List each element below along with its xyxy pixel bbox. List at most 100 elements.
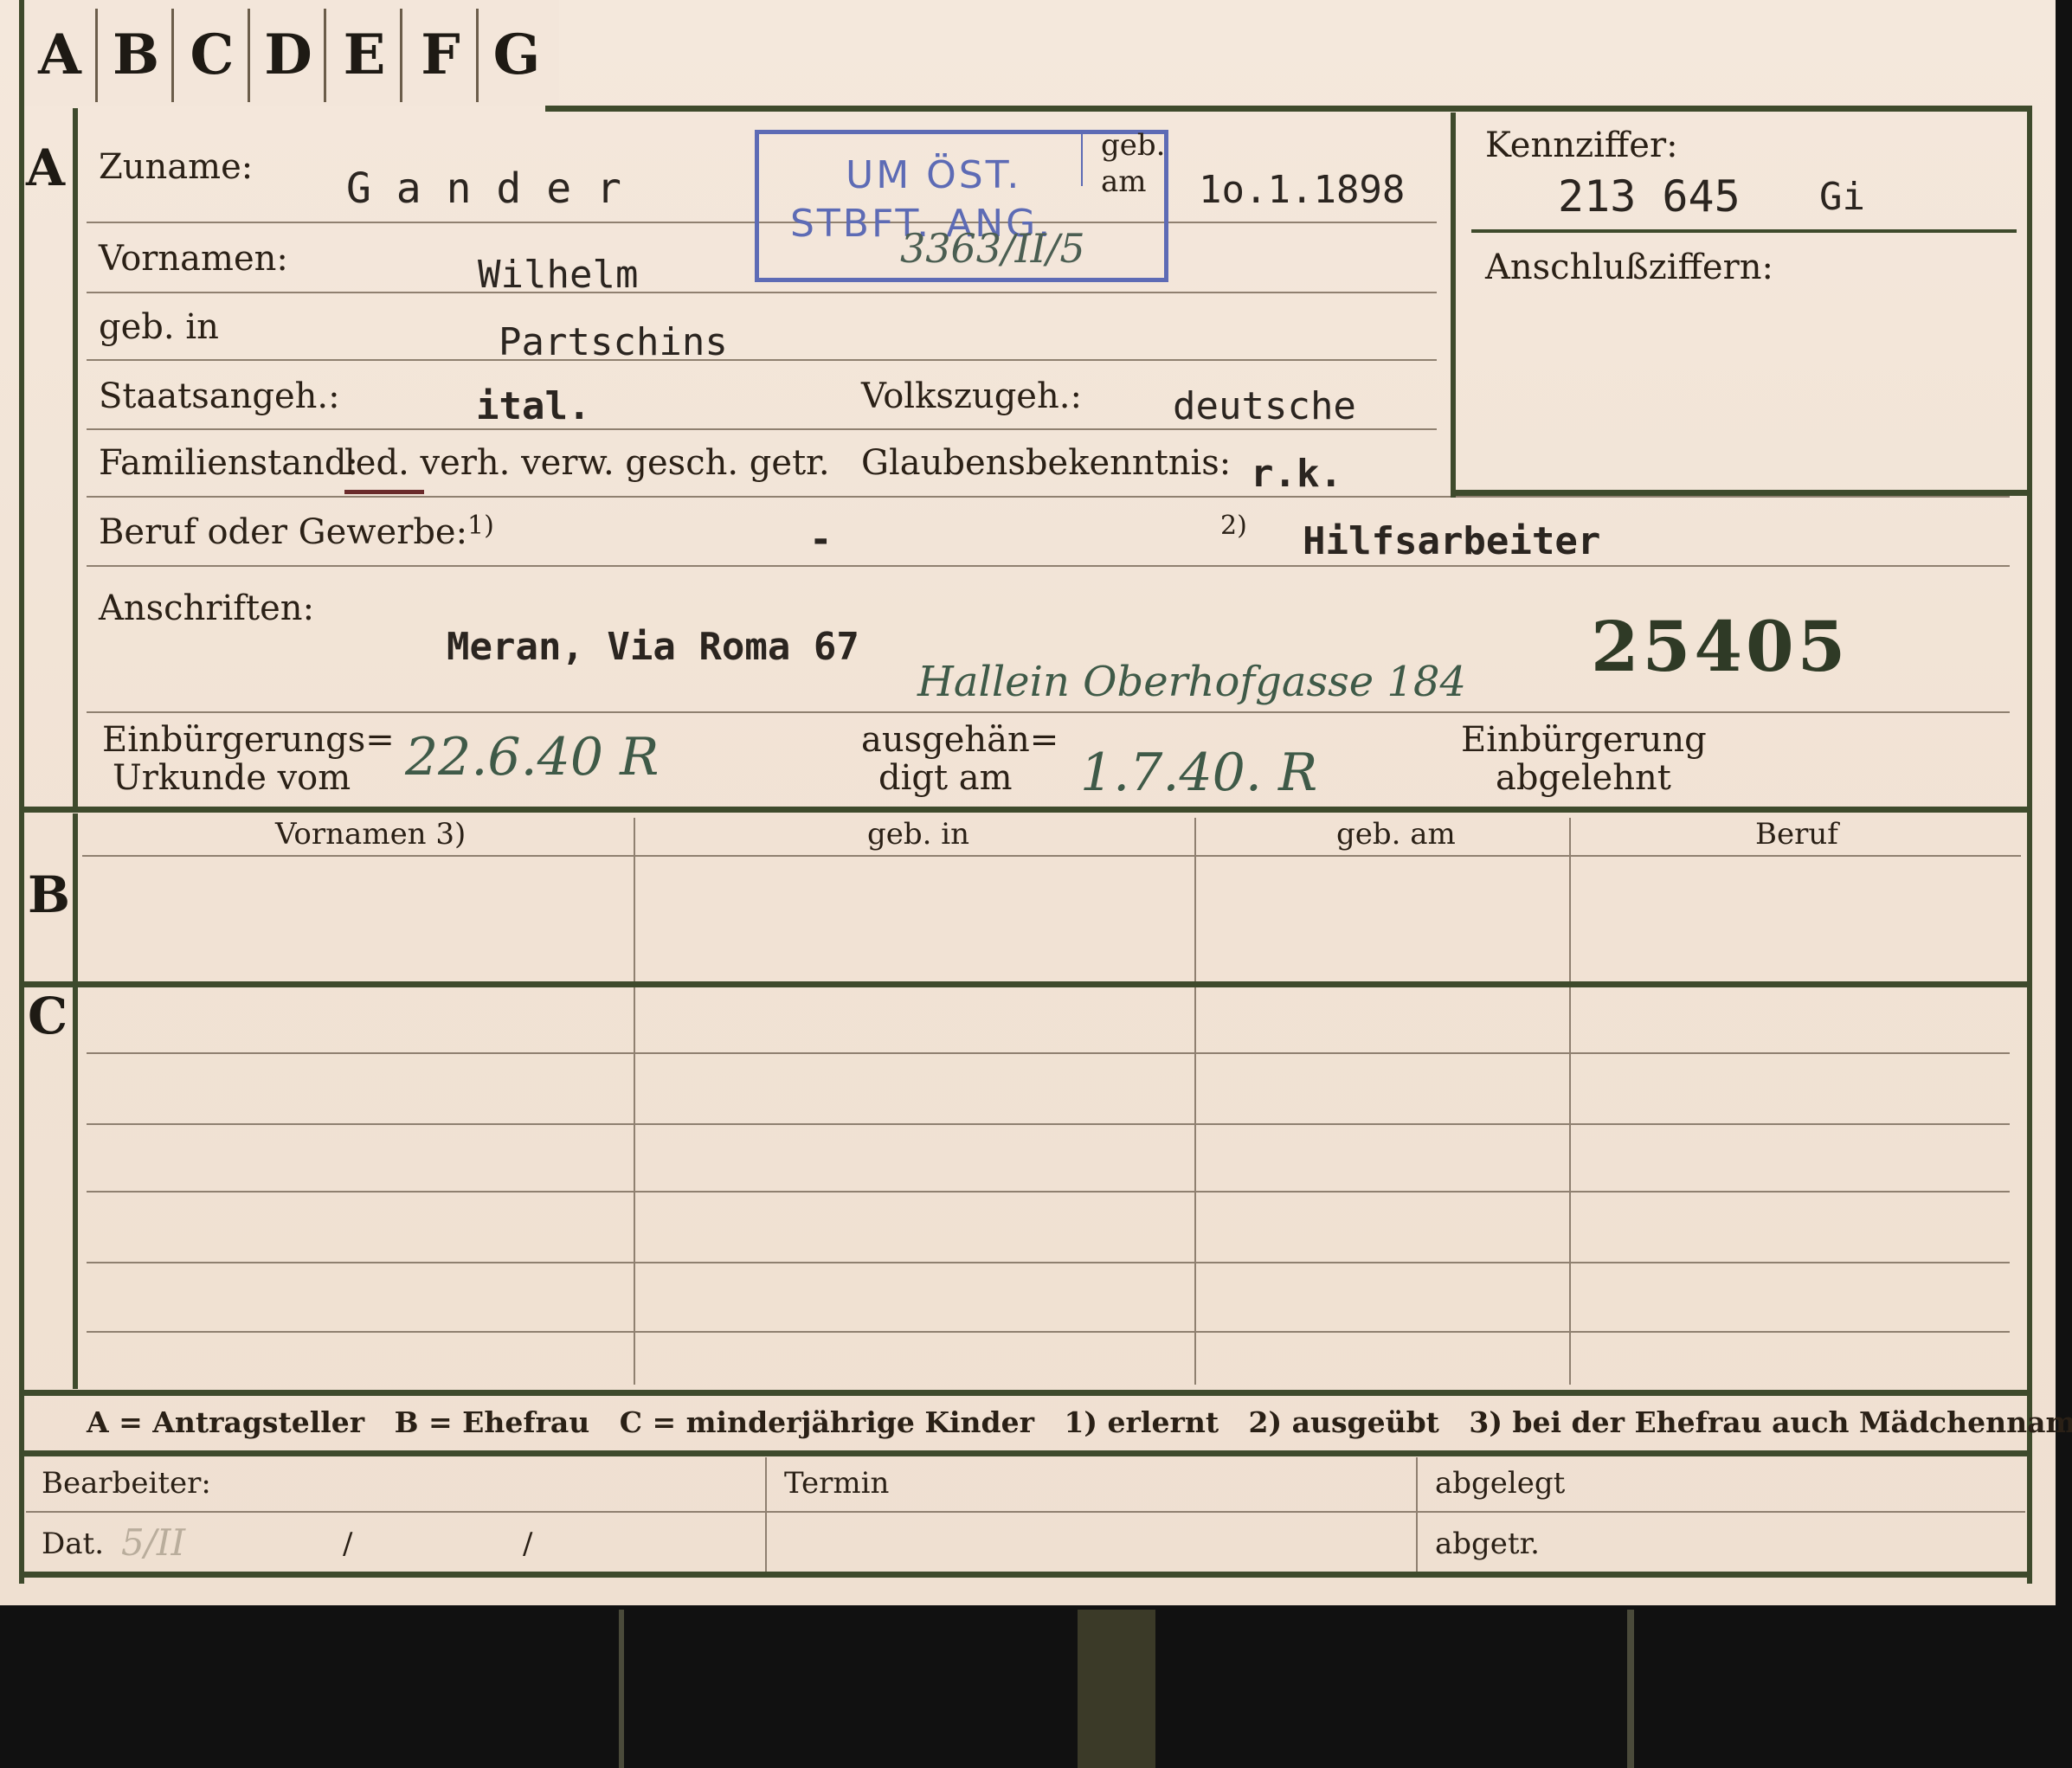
delivered-date-value: 1.7.40. R (1080, 743, 1318, 803)
religion-value[interactable]: r.k. (1251, 452, 1342, 496)
address-typed-value[interactable]: Meran, Via Roma 67 (447, 625, 859, 669)
birthplace-value[interactable]: Partschins (499, 320, 728, 364)
row-line (87, 1331, 2010, 1333)
row-line (87, 1123, 2010, 1125)
row-line (87, 1191, 2010, 1193)
section-c-divider (73, 987, 78, 1389)
stamp-line-1: UM ÖST. (846, 153, 1022, 197)
id-box-bottom (1451, 490, 2032, 496)
footnote-mark-1: 1) (467, 511, 494, 541)
date-handwritten-value: 5/II (121, 1521, 186, 1564)
frame-right (2027, 108, 2032, 1584)
religion-label: Glaubensbekenntnis: (861, 443, 1232, 483)
row-line (87, 496, 2010, 498)
citizenship-label: Staatsangeh.: (99, 376, 340, 416)
id-box-left (1451, 113, 1456, 498)
tab-f[interactable]: F (405, 9, 479, 102)
row-line (87, 711, 2010, 713)
clerk-label: Bearbeiter: (42, 1466, 211, 1501)
folder-stripe (619, 1610, 624, 1768)
row-line (87, 428, 1437, 430)
column-header-occupation: Beruf (1755, 817, 1838, 852)
footer-divider (1416, 1457, 1418, 1572)
birth-date-value[interactable]: 1o.1.1898 (1199, 168, 1405, 212)
footnote-mark-2: 2) (1220, 511, 1247, 541)
column-header-birthdate: geb. am (1336, 817, 1456, 852)
naturalization-date-value: 22.6.40 R (405, 727, 660, 788)
address-handwritten-value: Hallein Oberhofgasse 184 (917, 658, 1467, 706)
row-line (87, 565, 2010, 567)
folder-stripe (1078, 1610, 1155, 1768)
date-slash-1: / (343, 1527, 353, 1561)
tab-a[interactable]: A (24, 9, 98, 102)
marital-status-label: Familienstand: (99, 443, 358, 483)
occupation-learned-value[interactable]: - (809, 518, 833, 562)
row-line (87, 1262, 2010, 1263)
tab-c[interactable]: C (177, 9, 250, 102)
occupation-practiced-value[interactable]: Hilfsarbeiter (1303, 519, 1600, 563)
frame-top (545, 106, 2032, 112)
am-label: am (1101, 164, 1147, 199)
column-header-line (82, 855, 2021, 857)
geb-label: geb. (1101, 128, 1166, 163)
row-line (87, 1052, 2010, 1054)
frame-bottom (19, 1572, 2032, 1578)
section-a-marker: A (26, 138, 66, 197)
naturalization-label-2: Urkunde vom (113, 758, 351, 798)
date-label: Dat. (42, 1527, 105, 1561)
ethnicity-value[interactable]: deutsche (1173, 384, 1356, 428)
section-b-top (19, 807, 2032, 813)
delivered-label-1: ausgehän= (861, 720, 1059, 760)
column-header-birthplace: geb. in (867, 817, 970, 852)
column-divider (1569, 818, 1571, 1385)
section-c-top (19, 981, 2032, 987)
rejected-label-1: Einbürgerung (1461, 720, 1707, 760)
stamp-handwritten-number: 3363/II/5 (900, 225, 1085, 272)
naturalization-index-card: A B C D E F G A Zuname: G a n d e r UM Ö… (0, 0, 2072, 1768)
surname-label: Zuname: (99, 147, 254, 187)
column-divider (1194, 818, 1196, 1385)
folder-stripe (1627, 1610, 1634, 1768)
file-number: 25405 (1591, 606, 1850, 687)
naturalization-label-1: Einbürgerungs= (102, 720, 395, 760)
tab-d[interactable]: D (253, 9, 326, 102)
firstname-value[interactable]: Wilhelm (478, 253, 638, 297)
filed-label: abgelegt (1435, 1466, 1566, 1501)
firstname-label: Vornamen: (99, 239, 288, 279)
id-number-value[interactable]: 213 645 (1558, 171, 1741, 222)
footer-divider (765, 1457, 767, 1572)
surname-value[interactable]: G a n d e r (346, 164, 621, 213)
section-c-marker: C (28, 987, 68, 1045)
tab-e[interactable]: E (329, 9, 402, 102)
frame-left (19, 0, 24, 1584)
marital-status-options[interactable]: led. verh. verw. gesch. getr. (344, 443, 830, 483)
row-line (87, 359, 1437, 361)
legend-text: A = Antragsteller B = Ehefrau C = minder… (87, 1405, 2072, 1439)
column-header-firstnames: Vornamen 3) (275, 817, 467, 852)
stamp-divider (1081, 134, 1083, 186)
section-b-marker: B (28, 865, 71, 924)
column-divider (634, 818, 635, 1385)
legend-bottom (19, 1450, 2032, 1456)
birthplace-label: geb. in (99, 307, 219, 347)
separated-label: abgetr. (1435, 1527, 1540, 1561)
ethnicity-label: Volkszugeh.: (861, 376, 1082, 416)
id-suffix-value[interactable]: Gi (1819, 175, 1865, 219)
delivered-label-2: digt am (878, 758, 1013, 798)
id-box-divider (1471, 229, 2017, 233)
section-a-divider (73, 108, 78, 807)
citizenship-value[interactable]: ital. (476, 384, 590, 428)
rejected-label-2: abgelehnt (1496, 758, 1671, 798)
footer-row-line (26, 1511, 2025, 1513)
address-label: Anschriften: (99, 588, 315, 628)
row-line (87, 292, 1437, 293)
connection-numbers-label: Anschlußziffern: (1485, 248, 1773, 287)
occupation-label: Beruf oder Gewerbe: (99, 512, 468, 552)
tab-b[interactable]: B (100, 9, 174, 102)
date-slash-2: / (523, 1527, 533, 1561)
legend-top (19, 1390, 2032, 1396)
marital-selection-underline (344, 490, 424, 494)
id-label: Kennziffer: (1485, 125, 1678, 165)
deadline-label: Termin (784, 1466, 890, 1501)
tab-g[interactable]: G (481, 9, 552, 102)
